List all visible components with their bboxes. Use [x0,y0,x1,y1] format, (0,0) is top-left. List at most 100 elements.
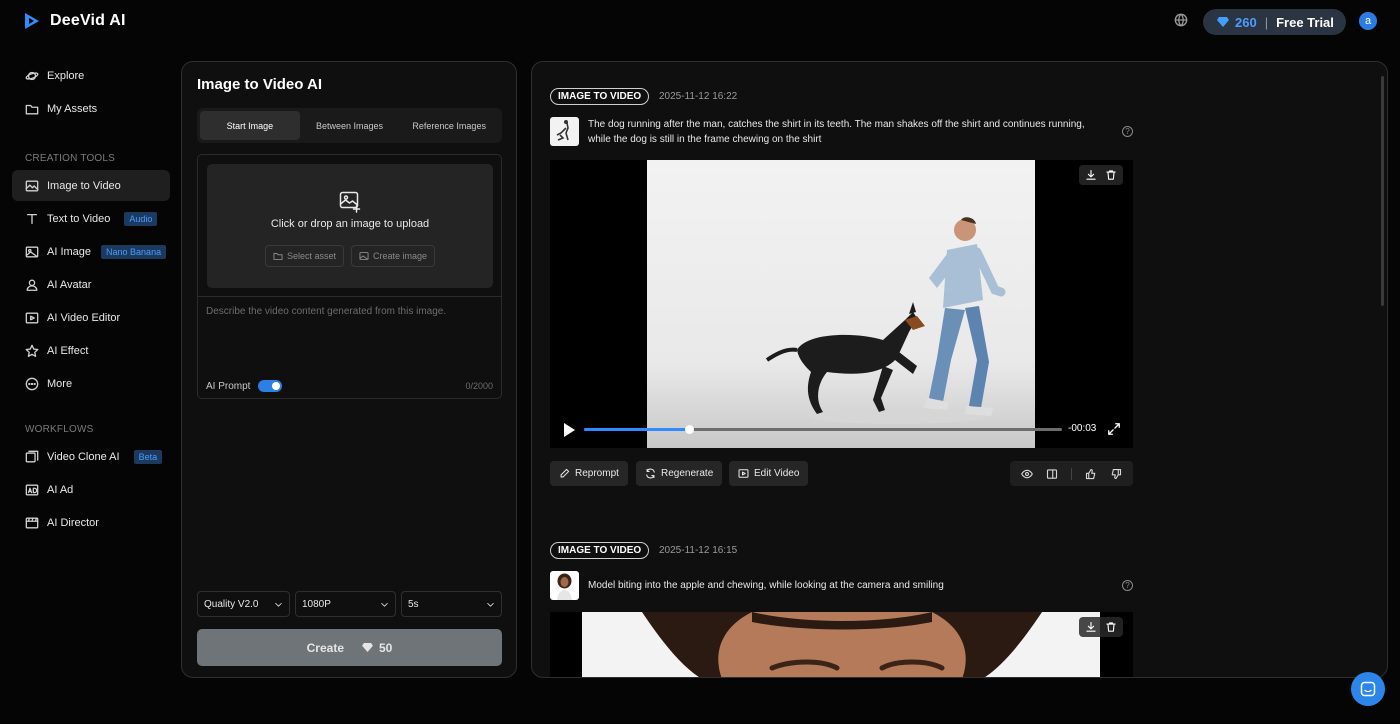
sidebar-item-label: AI Effect [47,344,89,357]
diamond-icon [1217,17,1229,27]
chat-icon [1360,681,1376,697]
result-timestamp: 2025-11-12 16:15 [659,545,738,556]
source-image-thumbnail[interactable] [550,117,579,146]
sidebar-item-video-clone-ai[interactable]: Video Clone AI Beta [12,441,170,472]
video-clone-icon [25,450,39,462]
sidebar-item-ai-image[interactable]: AI Image Nano Banana [12,236,170,267]
panel-title: Image to Video AI [197,76,323,93]
download-icon[interactable] [1085,621,1097,633]
character-count: 0/2000 [465,381,493,391]
pencil-icon [560,468,570,478]
language-globe-icon[interactable] [1174,13,1188,27]
section-title-creation-tools: CREATION TOOLS [25,153,116,164]
sidebar: Explore My Assets CREATION TOOLS Image t… [12,60,170,540]
progress-fill [584,428,690,431]
tab-start-image[interactable]: Start Image [200,111,300,140]
sidebar-item-image-to-video[interactable]: Image to Video [12,170,170,201]
edit-video-button[interactable]: Edit Video [729,461,809,486]
reprompt-label: Reprompt [575,468,619,479]
progress-bar[interactable] [584,425,1062,434]
duration-value: 5s [408,598,419,610]
help-icon[interactable]: ? [1122,580,1133,591]
trash-icon[interactable] [1105,621,1117,633]
result-timestamp: 2025-11-12 16:22 [659,91,738,102]
logo-icon [25,13,39,29]
image-upload-dropzone[interactable]: Click or drop an image to upload Select … [207,164,493,288]
sidebar-item-ai-video-editor[interactable]: AI Video Editor [12,302,170,333]
image-upload-icon [339,191,361,213]
resolution-value: 1080P [302,598,331,610]
download-icon[interactable] [1085,169,1097,181]
user-avatar[interactable]: a [1359,12,1377,30]
refresh-icon [646,468,655,479]
create-image-button[interactable]: Create image [351,245,436,267]
logo[interactable]: DeeVid AI [22,11,126,31]
input-box: Click or drop an image to upload Select … [197,154,502,399]
sidebar-item-label: More [47,377,73,390]
sidebar-item-ai-ad[interactable]: AI Ad [12,474,170,505]
tab-between-images[interactable]: Between Images [300,111,400,140]
help-icon[interactable]: ? [1122,126,1133,137]
play-icon[interactable] [562,422,576,438]
ai-prompt-control: AI Prompt [206,380,283,392]
sidebar-item-label: AI Director [47,516,99,529]
badge-nano-banana: Nano Banana [101,244,167,259]
tab-reference-images[interactable]: Reference Images [399,111,499,140]
credit-count: 260 [1235,14,1257,30]
sidebar-item-label: AI Image [47,245,92,258]
director-icon [25,517,39,528]
compare-icon[interactable] [1046,468,1058,480]
select-asset-button[interactable]: Select asset [265,245,345,267]
sidebar-item-more[interactable]: More [12,368,170,399]
regenerate-button[interactable]: Regenerate [636,461,723,486]
fullscreen-icon[interactable] [1107,422,1121,436]
sidebar-item-label: AI Video Editor [47,311,121,324]
result-type-tag: IMAGE TO VIDEO [550,88,650,105]
sidebar-item-my-assets[interactable]: My Assets [12,93,170,124]
sidebar-item-text-to-video[interactable]: Text to Video Audio [12,203,170,234]
video-scene-model-portrait [582,612,1100,677]
text-icon [26,213,38,224]
diamond-icon [362,643,373,652]
mode-tabs: Start Image Between Images Reference Ima… [197,108,502,143]
badge-audio: Audio [124,211,158,226]
thumbs-up-icon[interactable] [1085,468,1097,480]
reprompt-button[interactable]: Reprompt [550,461,628,486]
trash-icon[interactable] [1105,169,1117,181]
source-image-thumbnail[interactable] [550,571,579,600]
chat-support-button[interactable] [1351,672,1385,706]
planet-icon [25,71,39,80]
video-frame [582,612,1100,677]
chevron-down-icon [381,602,388,607]
plan-label: Free Trial [1276,14,1334,30]
badge-beta: Beta [133,449,163,464]
prompt-textarea[interactable]: Describe the video content generated fro… [206,306,446,317]
video-frame [647,160,1035,448]
video-player[interactable]: -00:03 [550,160,1133,448]
ai-prompt-toggle[interactable] [258,380,283,392]
sidebar-item-ai-avatar[interactable]: AI Avatar [12,269,170,300]
generation-panel: Image to Video AI Start Image Between Im… [181,61,517,678]
thumbs-down-icon[interactable] [1110,468,1122,480]
select-asset-label: Select asset [287,251,337,261]
star-icon [25,344,39,357]
chevron-down-icon [487,602,494,607]
top-bar: DeeVid AI 260 | Free Trial a [0,0,1400,44]
video-player[interactable] [550,612,1133,677]
sidebar-item-ai-effect[interactable]: AI Effect [12,335,170,366]
sidebar-item-ai-director[interactable]: AI Director [12,507,170,538]
credits-plan-button[interactable]: 260 | Free Trial [1203,9,1346,35]
quality-select[interactable]: Quality V2.0 [197,591,290,617]
sidebar-item-explore[interactable]: Explore [12,60,170,91]
scrollbar[interactable] [1381,76,1384,306]
time-remaining: -00:03 [1068,423,1097,434]
image-icon [25,180,39,191]
duration-select[interactable]: 5s [401,591,502,617]
eye-icon[interactable] [1020,468,1033,480]
create-image-label: Create image [373,251,428,261]
create-cost: 50 [379,640,393,655]
resolution-select[interactable]: 1080P [295,591,396,617]
video-editor-icon [738,469,749,478]
ai-image-icon [25,246,39,257]
create-button[interactable]: Create 50 [197,629,502,666]
